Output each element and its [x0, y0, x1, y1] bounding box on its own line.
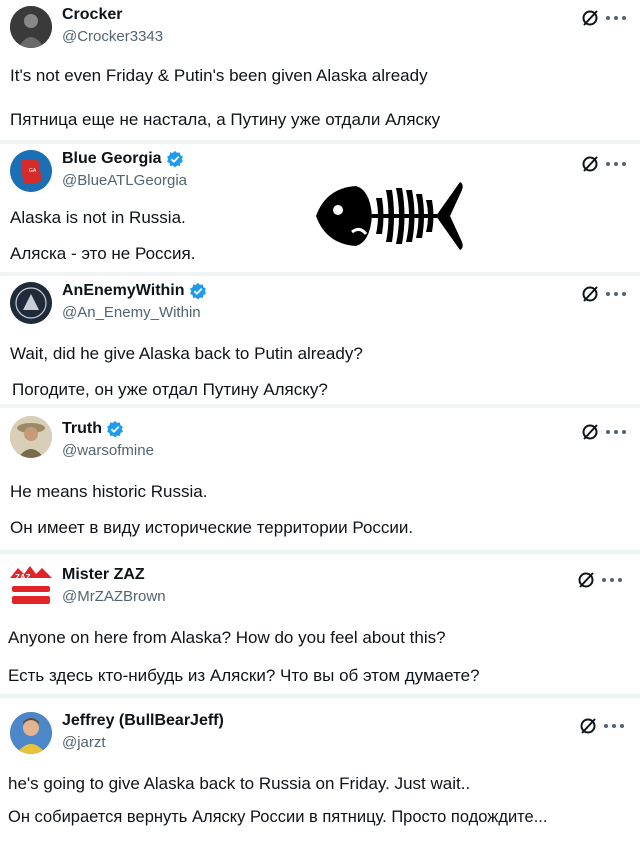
avatar[interactable]	[10, 6, 52, 48]
avatar[interactable]: ZAZ	[8, 564, 54, 610]
more-options-icon[interactable]	[604, 722, 624, 730]
tweet-text-russian: Аляска - это не Россия.	[10, 244, 196, 263]
tweet-text-russian: Пятница еще не настала, а Путину уже отд…	[10, 110, 441, 129]
avatar-image	[10, 416, 52, 458]
tweet-card[interactable]: Crocker @Crocker3343 It's not even Frida…	[0, 0, 640, 140]
avatar[interactable]	[10, 712, 52, 754]
tweet-text-russian: Погодите, он уже отдал Путину Аляску?	[12, 380, 328, 399]
tweet-text-russian: Есть здесь кто-нибудь из Аляски? Что вы …	[8, 666, 480, 685]
user-handle[interactable]: @jarzt	[62, 734, 106, 751]
more-options-icon[interactable]	[606, 160, 626, 168]
tweet-text-russian: Он имеет в виду исторические территории …	[10, 518, 414, 537]
user-handle[interactable]: @An_Enemy_Within	[62, 304, 201, 321]
tweet-screenshot-collage: Crocker @Crocker3343 It's not even Frida…	[0, 0, 640, 842]
avatar[interactable]: GA	[10, 150, 52, 192]
avatar-image	[10, 712, 52, 754]
avatar[interactable]	[10, 416, 52, 458]
avatar-image	[10, 6, 52, 48]
georgia-map-avatar: GA	[10, 150, 52, 192]
tweet-text-russian: Он собирается вернуть Аляску России в пя…	[8, 808, 548, 826]
user-handle[interactable]: @MrZAZBrown	[62, 588, 166, 605]
tweet-card[interactable]: AnEnemyWithin @An_Enemy_Within Wait, did…	[0, 276, 640, 404]
verified-badge-icon	[166, 150, 183, 168]
avatar[interactable]	[10, 282, 52, 324]
tweet-card[interactable]: ZAZ Mister ZAZ @MrZAZBrown Anyone on her…	[0, 554, 640, 694]
more-options-icon[interactable]	[606, 290, 626, 298]
svg-text:GA: GA	[29, 168, 37, 174]
tweet-text-english: It's not even Friday & Putin's been give…	[10, 66, 428, 85]
display-name[interactable]: Crocker	[62, 6, 122, 24]
user-handle[interactable]: @BlueATLGeorgia	[62, 172, 187, 189]
tweet-card[interactable]: Jeffrey (BullBearJeff) @jarzt he's going…	[0, 698, 640, 842]
display-name[interactable]: Blue Georgia	[62, 150, 162, 168]
tweet-card[interactable]: GA Blue Georgia @BlueATLGeorgia Alaska i…	[0, 144, 640, 272]
tweet-text-english: Wait, did he give Alaska back to Putin a…	[10, 344, 363, 363]
grok-icon[interactable]	[576, 570, 596, 590]
avatar-image	[10, 282, 52, 324]
grok-icon[interactable]	[578, 716, 598, 736]
display-name[interactable]: Mister ZAZ	[62, 566, 145, 584]
zaz-logo-avatar: ZAZ	[10, 566, 52, 604]
more-options-icon[interactable]	[602, 576, 622, 584]
tweet-card[interactable]: Truth @warsofmine He means historic Russ…	[0, 408, 640, 550]
tweet-text-english: Alaska is not in Russia.	[10, 208, 186, 227]
verified-badge-icon	[189, 282, 206, 300]
user-handle[interactable]: @warsofmine	[62, 442, 154, 459]
grok-icon[interactable]	[580, 284, 600, 304]
grok-icon[interactable]	[580, 422, 600, 442]
more-options-icon[interactable]	[606, 14, 626, 22]
more-options-icon[interactable]	[606, 428, 626, 436]
fish-skeleton-watermark	[316, 182, 463, 250]
display-name[interactable]: Jeffrey (BullBearJeff)	[62, 712, 224, 730]
svg-text:ZAZ: ZAZ	[15, 573, 31, 582]
user-handle[interactable]: @Crocker3343	[62, 28, 163, 45]
verified-badge-icon	[107, 420, 123, 438]
display-name[interactable]: Truth	[62, 420, 102, 438]
tweet-text-english: He means historic Russia.	[10, 482, 208, 501]
tweet-text-english: he's going to give Alaska back to Russia…	[8, 774, 471, 793]
grok-icon[interactable]	[580, 8, 600, 28]
tweet-text-english: Anyone on here from Alaska? How do you f…	[8, 628, 446, 647]
grok-icon[interactable]	[580, 154, 600, 174]
display-name[interactable]: AnEnemyWithin	[62, 282, 185, 300]
